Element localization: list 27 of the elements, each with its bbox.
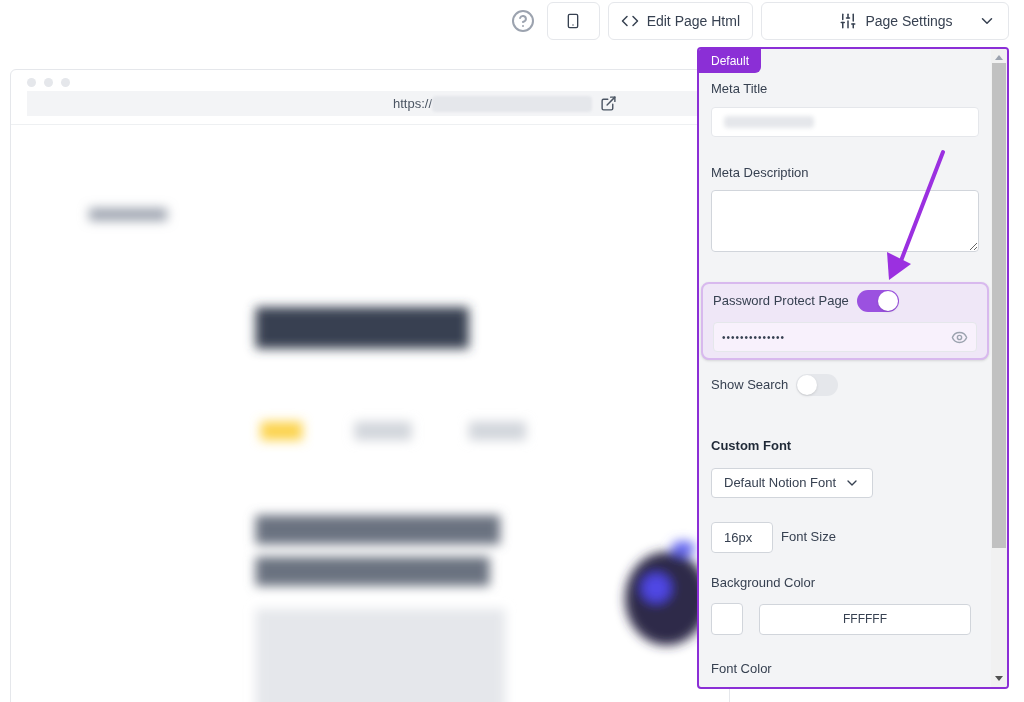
default-badge: Default (699, 49, 762, 73)
color-value-field[interactable]: FFFFFF (759, 603, 971, 635)
color-swatch[interactable] (711, 603, 743, 635)
scrollbar[interactable] (991, 49, 1007, 687)
toggle-switch[interactable] (856, 290, 899, 312)
sliders-icon (839, 12, 858, 30)
url-text: https:// (393, 95, 433, 114)
section-heading: Custom Font (711, 437, 793, 455)
mobile-view-button[interactable] (546, 2, 600, 40)
field-label: Background Color (711, 573, 817, 592)
password-field[interactable]: •••••••••••••• (713, 322, 977, 352)
field-label: Font Size (781, 528, 836, 547)
field-label: Meta Description (711, 163, 810, 182)
meta-title-field[interactable] (711, 106, 979, 137)
help-icon[interactable] (510, 9, 535, 33)
field-label: Font Color (711, 660, 773, 678)
toggle-switch[interactable] (796, 374, 839, 396)
field-label: Show Search (711, 376, 789, 395)
font-size-field[interactable]: 16px (711, 521, 773, 553)
password-value: •••••••••••••• (722, 330, 786, 345)
field-label: Meta Title (711, 80, 769, 98)
edit-html-button[interactable]: Edit Page Html (607, 2, 753, 40)
external-link-icon[interactable] (600, 95, 618, 113)
font-dropdown[interactable]: Default Notion Font (711, 467, 873, 498)
meta-description-field[interactable] (711, 190, 979, 252)
page-settings-button[interactable]: Page Settings (761, 2, 1009, 40)
field-label: Password Protect Page (713, 292, 849, 311)
